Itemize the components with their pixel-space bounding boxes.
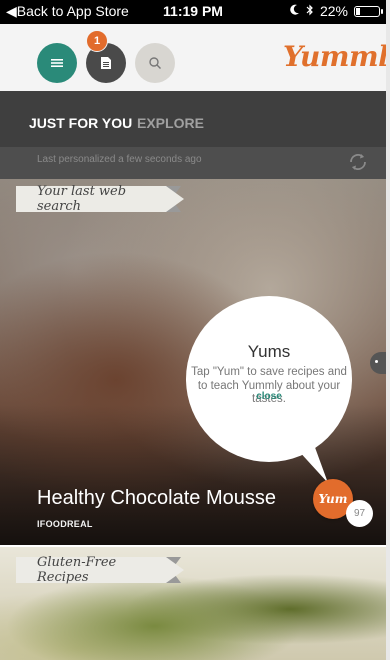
yummly-logo: Yummly [283, 40, 386, 73]
personalization-text: Last personalized a few seconds ago [37, 154, 202, 165]
search-button[interactable] [135, 43, 175, 83]
tooltip-title: Yums [247, 342, 291, 361]
moon-icon [290, 3, 300, 19]
recipe-title[interactable]: Healthy Chocolate Mousse [37, 487, 276, 510]
status-bar: ◀Back to App Store 11:19 PM 22% [0, 0, 386, 24]
screen-edge [386, 0, 390, 660]
tab-explore[interactable]: EXPLORE [137, 115, 204, 131]
side-drawer-handle[interactable] [370, 352, 386, 374]
search-icon [149, 57, 161, 69]
recipe-source[interactable]: IFOODREAL [37, 519, 93, 529]
document-icon [101, 57, 111, 69]
refresh-icon [350, 154, 366, 170]
gluten-free-ribbon: Gluten-Free Recipes [16, 555, 184, 585]
app-screen: ◀Back to App Store 11:19 PM 22% 1 Yummly… [0, 0, 386, 660]
tooltip-close-link[interactable]: close [186, 391, 352, 402]
refresh-button[interactable] [346, 150, 370, 174]
battery-percent: 22% [319, 3, 348, 19]
yum-count-badge: 97 [346, 500, 373, 527]
menu-button[interactable] [37, 43, 77, 83]
hamburger-icon [51, 59, 63, 67]
battery-icon [354, 5, 383, 17]
status-right-group: 22% [290, 3, 383, 19]
last-web-search-ribbon: Your last web search [16, 184, 184, 214]
battery-fill [356, 7, 360, 15]
notification-badge: 1 [86, 30, 108, 52]
tab-just-for-you[interactable]: JUST FOR YOU [29, 115, 132, 131]
bluetooth-icon [306, 3, 314, 19]
